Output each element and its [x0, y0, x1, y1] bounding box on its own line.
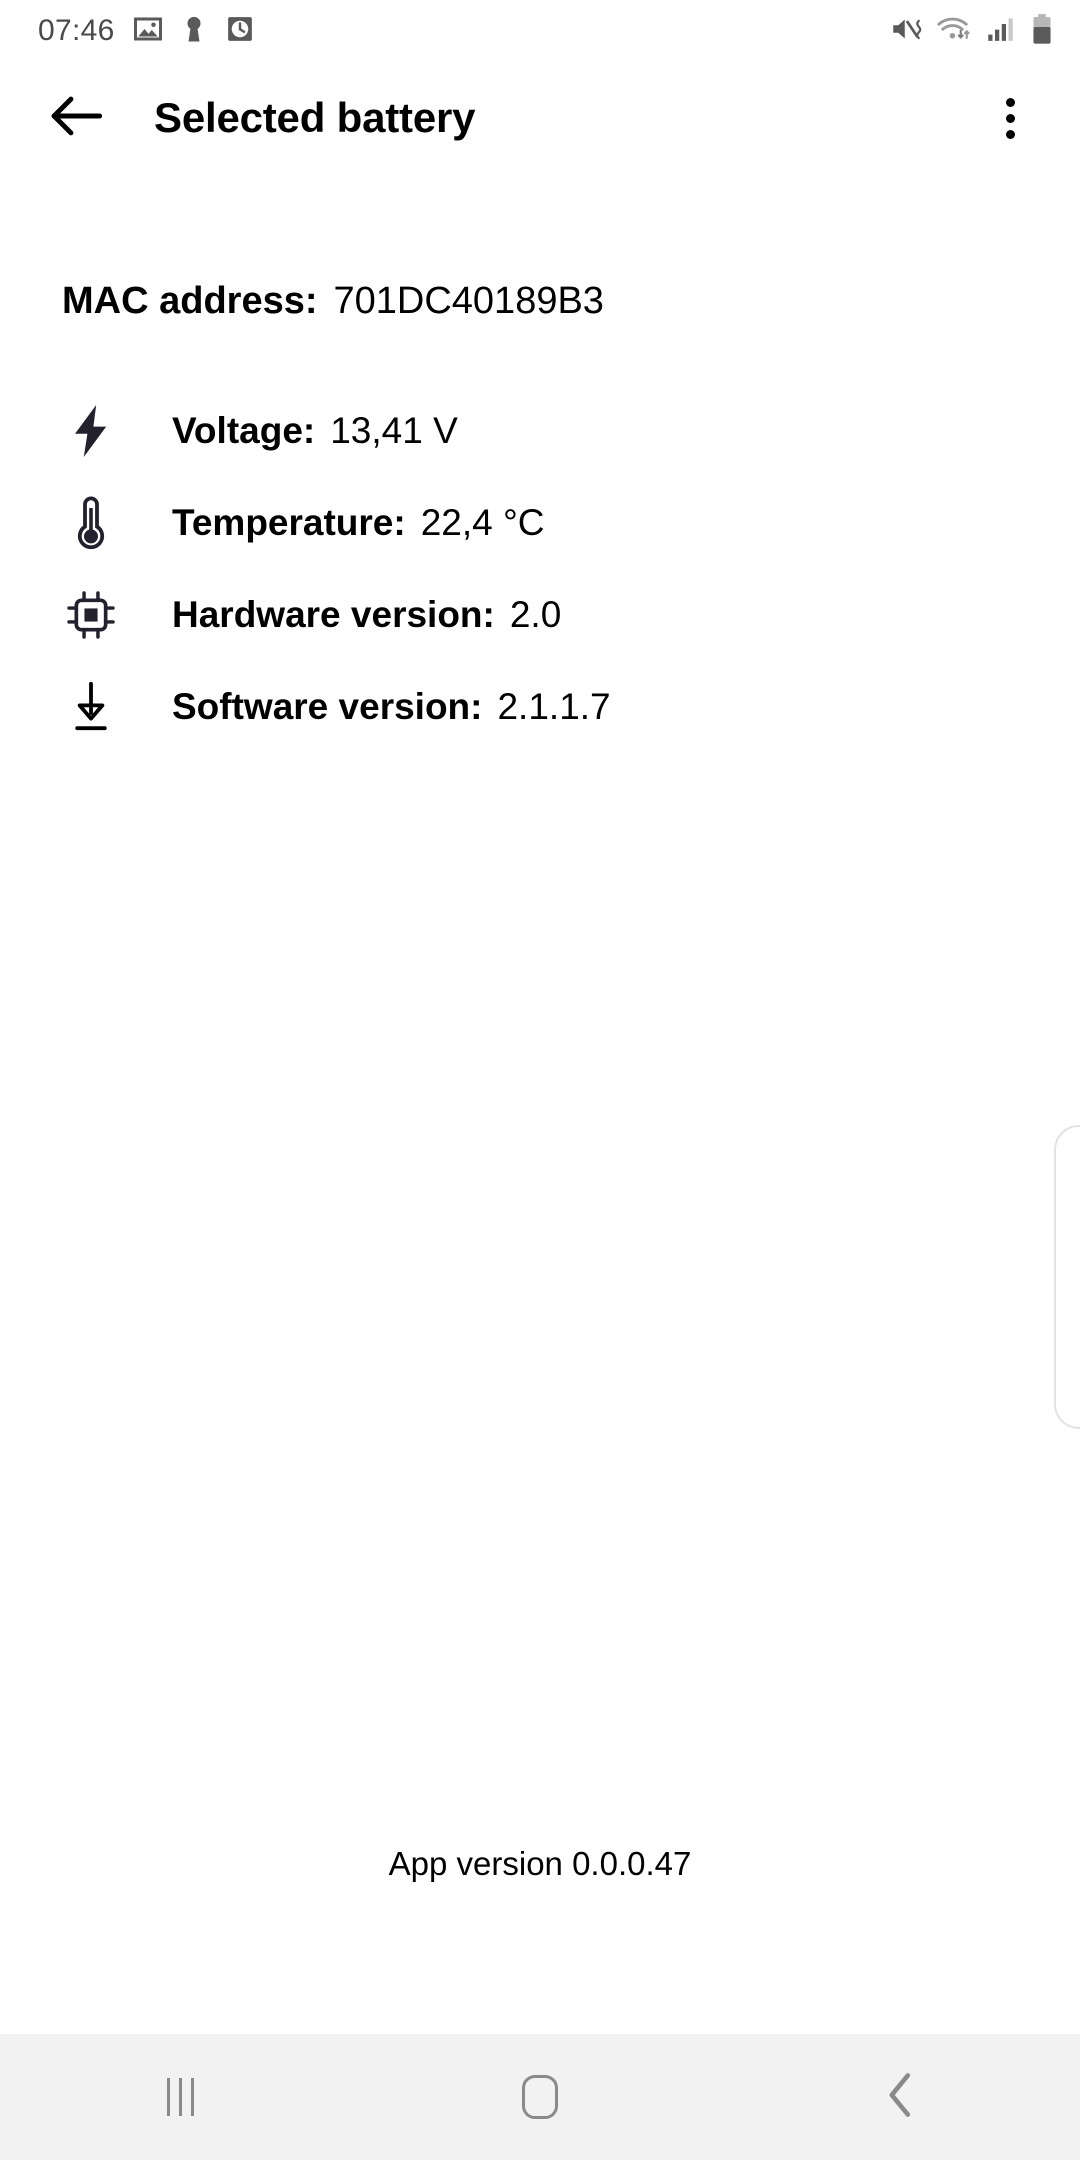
recents-button[interactable] [0, 2034, 360, 2160]
hardware-version-row: Hardware version: 2.0 [0, 569, 1080, 661]
voltage-value: 13,41 V [330, 410, 458, 451]
software-version-row: Software version: 2.1.1.7 [0, 661, 1080, 753]
back-button[interactable] [40, 82, 112, 154]
lightning-bolt-icon [62, 403, 120, 459]
overflow-menu-button[interactable] [974, 82, 1046, 154]
mac-address-label: MAC address: [62, 280, 318, 322]
signal-bars-icon [986, 14, 1018, 49]
battery-icon [1030, 13, 1054, 50]
status-bar-right [890, 13, 1054, 50]
system-navigation-bar [0, 2034, 1080, 2160]
more-vert-icon-dot-2 [1005, 113, 1015, 123]
software-version-value: 2.1.1.7 [497, 686, 611, 727]
voltage-label: Voltage: [172, 410, 316, 451]
status-bar-left: 07:46 [38, 14, 255, 49]
keyhole-icon [181, 14, 207, 49]
voltage-row: Voltage: 13,41 V [0, 385, 1080, 477]
nav-back-button[interactable] [720, 2034, 1080, 2160]
thermometer-icon [62, 494, 120, 552]
app-bar: Selected battery [0, 62, 1080, 174]
more-vert-icon-dot-1 [1005, 97, 1015, 107]
recents-icon [166, 2078, 194, 2116]
status-clock: 07:46 [38, 14, 115, 47]
hardware-version-label: Hardware version: [172, 594, 495, 635]
home-icon [522, 2075, 558, 2119]
chip-icon [62, 588, 120, 642]
battery-details-content: MAC address: 701DC40189B3 Voltage: 13,41… [0, 280, 1080, 1429]
back-arrow-icon [49, 93, 103, 144]
more-vert-icon-dot-3 [1005, 129, 1015, 139]
mute-vibrate-icon [890, 14, 924, 49]
temperature-label: Temperature: [172, 502, 406, 543]
alarm-clock-icon [225, 14, 255, 49]
download-arrow-icon [62, 679, 120, 735]
image-icon [133, 14, 163, 49]
home-button[interactable] [360, 2034, 720, 2160]
page-title: Selected battery [154, 94, 476, 141]
battery-info-list: Voltage: 13,41 V Temperature: 22,4 °C Ha… [0, 385, 1080, 753]
mac-address-value: 701DC40189B3 [333, 280, 604, 322]
chevron-left-icon [885, 2071, 915, 2124]
mac-address-row: MAC address: 701DC40189B3 [0, 280, 1080, 323]
software-version-label: Software version: [172, 686, 483, 727]
hardware-version-value: 2.0 [509, 594, 562, 635]
wifi-transfer-icon [936, 14, 974, 49]
temperature-row: Temperature: 22,4 °C [0, 477, 1080, 569]
temperature-value: 22,4 °C [420, 502, 545, 543]
app-version-label: App version 0.0.0.47 [388, 1845, 692, 1882]
edge-panel-handle[interactable] [1054, 1125, 1080, 1429]
status-bar: 07:46 [0, 0, 1080, 62]
